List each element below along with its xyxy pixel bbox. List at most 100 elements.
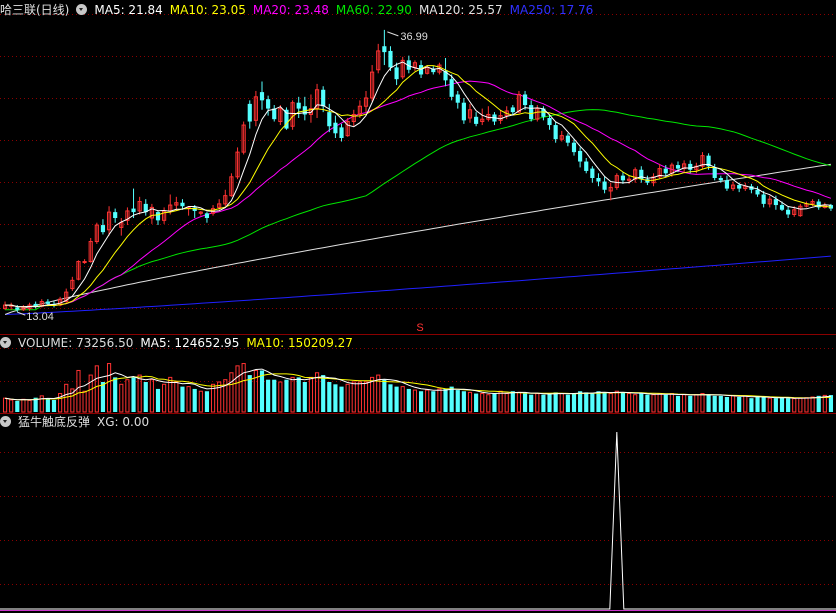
moving-average-lines [4,80,832,315]
ma-legend-0: MA5: 21.84 [94,3,163,17]
candle-body-down [113,212,118,218]
volume-bar-down [333,384,338,412]
volume-bar-down [113,377,118,412]
volume-bar-up [198,390,203,413]
candle-body-down [718,178,723,181]
volume-bar-down [522,393,528,412]
candle-body-up [82,261,87,264]
volume-bar-down [712,395,717,412]
volume-bar-up [229,372,234,413]
volume-bar-down [449,386,454,412]
volume-bar-up [186,386,191,413]
volume-bar-up [682,394,687,413]
volume-bar-up [559,393,564,413]
volume-bar-down [706,394,711,412]
candle-body-down [755,189,760,195]
volume-bar-up [82,390,87,413]
candle-body-down [388,50,393,68]
xg-signal-line [0,431,836,610]
volume-bar-up [149,379,154,413]
volume-bar-up [9,399,14,413]
dropdown-button-icon[interactable] [76,4,88,15]
volume-legend-0: VOLUME: 73256.50 [18,336,134,350]
volume-bar-down [510,391,515,412]
volume-bar-down [553,392,558,412]
volume-bar-up [241,363,246,413]
ma120-line [4,163,831,315]
volume-bar-down [394,386,399,412]
candle-body-down [333,122,338,134]
volume-bar-up [308,376,314,413]
volume-bar-down [529,394,534,412]
volume-bar-up [798,397,803,413]
volume-bar-down [266,379,271,412]
volume-bar-down [620,392,626,412]
volume-bar-up [425,389,430,413]
volume-bar-down [688,395,693,412]
volume-bar-up [700,393,705,413]
volume-bar-down [51,400,57,412]
candle-body-down [620,175,626,181]
ma-legend-1: MA10: 23.05 [169,3,246,17]
candle-body-down [155,212,161,221]
volume-bar-up [792,398,797,413]
volume-bar-up [290,376,295,413]
volume-bar-up [651,394,656,413]
volume-bar-down [596,391,601,412]
candle-body-down [327,112,332,127]
volume-bar-up [535,393,540,413]
volume-bar-down [406,388,411,412]
volume-bar-down [339,386,344,412]
volume-bar-up [217,381,222,413]
candle-body-down [247,103,252,122]
indicator-signal [0,431,836,611]
candle-body-down [596,178,601,182]
volume-bar-up [2,397,8,413]
volume-bar-down [645,394,650,412]
volume-bar-up [504,393,509,413]
chart-canvas[interactable]: 36.99 13.04 S [0,0,836,613]
high-pointer [387,31,399,37]
candle-body-down [321,89,326,107]
volume-bar-up [370,376,375,413]
volume-bar-up [235,365,240,413]
dropdown-button-icon[interactable] [0,337,11,348]
candle-body-down [259,92,265,101]
volume-bar-down [663,394,668,412]
volume-bar-down [45,398,50,412]
volume-bar-down [602,392,607,412]
candle-body-down [394,67,399,80]
high-price-label: 36.99 [400,31,428,43]
volume-bar-up [21,398,26,413]
volume-bar-up [76,369,81,413]
volume-bar-down [382,379,387,412]
volume-bar-down [131,377,136,412]
candle-body-down [296,102,301,109]
volume-bar-up [357,381,362,413]
volume-bar-down [259,370,265,412]
volume-bar-down [302,382,307,412]
candle-body-down [449,79,454,97]
volume-bar-down [180,386,185,412]
volume-bar-up [119,383,124,413]
candle-body-down [571,142,577,153]
candle-body-down [737,185,742,189]
indicator-name: 猛牛触底反弹 [18,415,91,429]
candle-body-down [204,213,210,218]
volume-bar-down [492,393,497,412]
volume-bar-down [443,388,448,412]
volume-bar-up [162,383,167,413]
candle-body-down [761,194,766,204]
volume-bar-up [88,374,93,413]
volume-bar-up [743,395,748,413]
candle-body-down [266,99,271,109]
volume-bar-down [15,400,20,412]
dropdown-button-icon[interactable] [0,416,11,427]
volume-bar-up [498,390,503,413]
volume-bar-up [437,388,442,413]
indicator-panel-header: 猛牛触底反弹 XG: 0.00 [0,414,156,430]
volume-bar-up [804,397,809,413]
volume-bar-up [363,381,369,413]
volume-bar-down [431,391,436,412]
volume-bar-down [749,398,754,412]
